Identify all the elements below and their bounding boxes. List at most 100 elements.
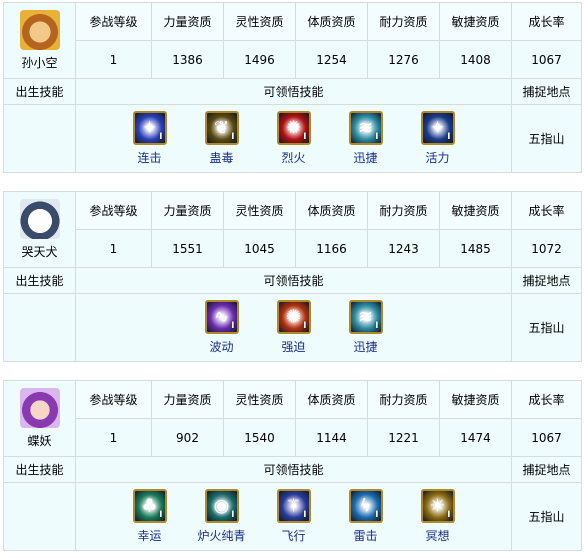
learnable-skills-cell: ♣ I 幸运 ◉ I 炉火纯青 ⚚ I 飞行 ϟ I 雷击 ☀ I 冥想 [75, 482, 512, 551]
stat-value: 1474 [439, 418, 512, 457]
stat-header: 力量资质 [151, 191, 224, 230]
skill-label: 强迫 [281, 340, 306, 354]
flight-icon[interactable]: ⚚ I [276, 489, 311, 523]
learnable-skills-cell: ✦ I 连击 ❦ I 蛊毒 ✹ I 烈火 ≋ I 迅捷 ✧ I 活力 [75, 104, 512, 173]
skill-label: 冥想 [425, 529, 450, 543]
stat-header: 灵性资质 [223, 2, 296, 41]
skill-label: 飞行 [281, 529, 306, 543]
stat-value: 1067 [511, 40, 582, 79]
stat-value: 902 [151, 418, 224, 457]
skill-label: 迅捷 [353, 151, 378, 165]
catch-location-label: 捕捉地点 [511, 456, 582, 483]
pet-name: 蝶妖 [27, 434, 52, 448]
compel-icon[interactable]: ✺ I [276, 300, 311, 334]
stat-header: 体质资质 [295, 2, 368, 41]
skill-item[interactable]: ☀ I 冥想 [402, 489, 474, 544]
skill-label: 蛊毒 [209, 151, 234, 165]
monkey-king-avatar [19, 10, 60, 50]
skill-label: 烈火 [281, 151, 306, 165]
thunder-icon[interactable]: ϟI [348, 489, 383, 523]
catch-location: 五指山 [511, 293, 582, 362]
skill-item[interactable]: ♣ I 幸运 [114, 489, 186, 544]
learnable-skills-label: 可领悟技能 [75, 456, 512, 483]
skill-item[interactable]: ✦ I 连击 [114, 111, 186, 166]
stat-header: 成长率 [511, 380, 582, 419]
skill-item[interactable]: ≋ I 迅捷 [330, 111, 402, 166]
stat-value: 1221 [367, 418, 440, 457]
stat-header: 力量资质 [151, 2, 224, 41]
stat-header: 参战等级 [75, 2, 152, 41]
skill-item[interactable]: ✺ I 强迫 [258, 300, 330, 355]
skill-label: 幸运 [137, 529, 162, 543]
stat-header: 力量资质 [151, 380, 224, 419]
skill-item[interactable]: ϟ I 雷击 [330, 489, 402, 544]
birth-skills-label: 出生技能 [3, 78, 76, 105]
poison-icon[interactable]: ❦ I [204, 111, 239, 145]
pet-name: 孙小空 [21, 56, 58, 70]
skill-label: 雷击 [353, 529, 378, 543]
vitality-icon[interactable]: ✧ I [420, 111, 455, 145]
stat-value: 1166 [295, 229, 368, 268]
skill-label: 连击 [137, 151, 162, 165]
pet-table: 孙小空 参战等级 力量资质 灵性资质 体质资质 耐力资质 敏捷资质 成长率 1 1386 1496 1… [3, 2, 582, 173]
skill-item[interactable]: ❦ I 蛊毒 [186, 111, 258, 166]
stat-value: 1144 [295, 418, 368, 457]
stat-value: 1540 [223, 418, 296, 457]
stat-header: 敏捷资质 [439, 2, 512, 41]
stat-header: 灵性资质 [223, 380, 296, 419]
stat-header: 耐力资质 [367, 191, 440, 230]
birth-skills-label: 出生技能 [3, 456, 76, 483]
learnable-skills-cell: ∿ I 波动 ✺ I 强迫 ≋ I 迅捷 [75, 293, 512, 362]
swift-icon[interactable]: ≋ I [348, 300, 383, 334]
pet-table: 哭天犬 参战等级 力量资质 灵性资质 体质资质 耐力资质 敏捷资质 成长率 1 1551 1045 1… [3, 191, 582, 362]
stat-header: 体质资质 [295, 380, 368, 419]
skill-label: 迅捷 [353, 340, 378, 354]
combo-strike-icon[interactable]: ✦ I [132, 111, 167, 145]
mastery-icon[interactable]: ◉ I [204, 489, 239, 523]
fire-icon[interactable]: ✹ I [276, 111, 311, 145]
skill-item[interactable]: ✹ I 烈火 [258, 111, 330, 166]
swift-icon[interactable]: ≋ I [348, 111, 383, 145]
stat-value: 1067 [511, 418, 582, 457]
skill-item[interactable]: ◉ I 炉火纯青 [186, 489, 258, 544]
stat-value: 1408 [439, 40, 512, 79]
stat-value: 1254 [295, 40, 368, 79]
stat-value: 1 [75, 418, 152, 457]
pet-table: 蝶妖 参战等级 力量资质 灵性资质 体质资质 耐力资质 敏捷资质 成长率 1 902 1540 114… [3, 380, 582, 551]
pet-portrait-cell: 蝶妖 [3, 380, 76, 457]
stat-header: 敏捷资质 [439, 380, 512, 419]
stat-header: 参战等级 [75, 380, 152, 419]
stat-value: 1551 [151, 229, 224, 268]
skill-item[interactable]: ∿ I 波动 [186, 300, 258, 355]
stat-value: 1386 [151, 40, 224, 79]
stat-value: 1243 [367, 229, 440, 268]
stat-header: 成长率 [511, 191, 582, 230]
stat-header: 灵性资质 [223, 191, 296, 230]
stat-header: 耐力资质 [367, 380, 440, 419]
skill-item[interactable]: ✧ I 活力 [402, 111, 474, 166]
stat-value: 1 [75, 40, 152, 79]
pet-name: 哭天犬 [21, 245, 58, 259]
birth-skills-cell [3, 104, 76, 173]
catch-location: 五指山 [511, 104, 582, 173]
wave-icon[interactable]: ∿ I [204, 300, 239, 334]
butterfly-fairy-avatar [19, 388, 60, 428]
stat-value: 1276 [367, 40, 440, 79]
pet-portrait-cell: 孙小空 [3, 2, 76, 79]
skill-item[interactable]: ≋ I 迅捷 [330, 300, 402, 355]
catch-location-label: 捕捉地点 [511, 78, 582, 105]
stat-header: 耐力资质 [367, 2, 440, 41]
skill-label: 活力 [425, 151, 450, 165]
birth-skills-cell [3, 482, 76, 551]
stat-value: 1485 [439, 229, 512, 268]
stat-header: 参战等级 [75, 191, 152, 230]
pet-portrait-cell: 哭天犬 [3, 191, 76, 268]
dog-avatar [19, 199, 60, 239]
meditate-icon[interactable]: ☀ I [420, 489, 455, 523]
stat-value: 1 [75, 229, 152, 268]
skill-item[interactable]: ⚚ I 飞行 [258, 489, 330, 544]
luck-icon[interactable]: ♣ I [132, 489, 167, 523]
catch-location: 五指山 [511, 482, 582, 551]
stat-value: 1072 [511, 229, 582, 268]
learnable-skills-label: 可领悟技能 [75, 267, 512, 294]
